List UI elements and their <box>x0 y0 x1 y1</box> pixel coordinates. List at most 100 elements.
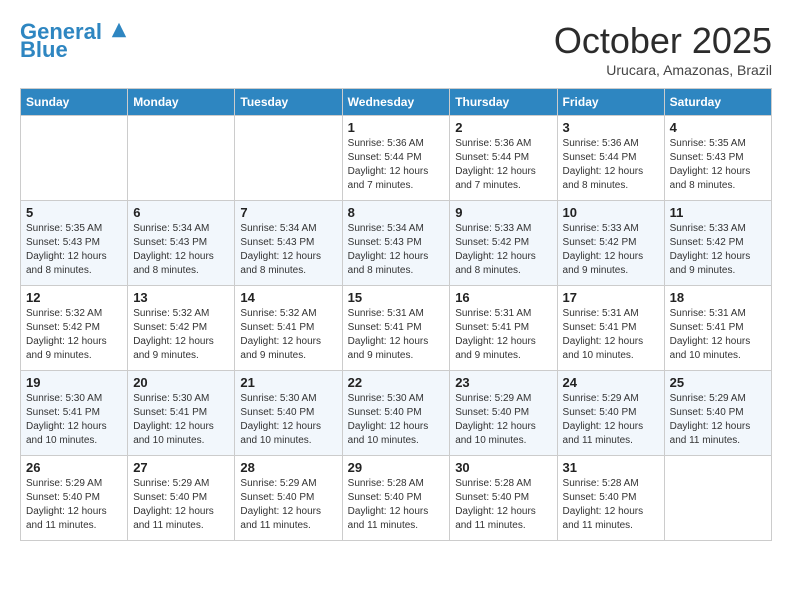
day-info: Sunrise: 5:36 AM Sunset: 5:44 PM Dayligh… <box>563 137 659 193</box>
day-info: Sunrise: 5:29 AM Sunset: 5:40 PM Dayligh… <box>240 477 336 533</box>
calendar-cell: 10Sunrise: 5:33 AM Sunset: 5:42 PM Dayli… <box>557 201 664 286</box>
calendar-cell: 13 Sunrise: 5:32 AM Sunset: 5:42 PM Dayli… <box>128 286 235 371</box>
day-info: Sunrise: 5:32 AM Sunset: 5:42 PM Dayligh… <box>26 307 122 363</box>
day-number: 31 <box>563 460 659 475</box>
calendar-cell: 2Sunrise: 5:36 AM Sunset: 5:44 PM Daylig… <box>450 116 557 201</box>
day-info: Sunrise: 5:29 AM Sunset: 5:40 PM Dayligh… <box>26 477 122 533</box>
calendar-cell: 21Sunrise: 5:30 AM Sunset: 5:40 PM Dayli… <box>235 371 342 456</box>
day-info: Sunrise: 5:35 AM Sunset: 5:43 PM Dayligh… <box>26 222 122 278</box>
page-header: General Blue October 2025 Urucara, Amazo… <box>20 20 772 78</box>
calendar-week-5: 26 Sunrise: 5:29 AM Sunset: 5:40 PM Dayli… <box>21 456 772 541</box>
calendar-cell: 8 Sunrise: 5:34 AM Sunset: 5:43 PM Daylig… <box>342 201 450 286</box>
calendar-cell: 4 Sunrise: 5:35 AM Sunset: 5:43 PM Daylig… <box>664 116 771 201</box>
header-thursday: Thursday <box>450 89 557 116</box>
day-number: 13 <box>133 290 229 305</box>
day-info: Sunrise: 5:30 AM Sunset: 5:41 PM Dayligh… <box>26 392 122 448</box>
calendar-week-2: 5 Sunrise: 5:35 AM Sunset: 5:43 PM Daylig… <box>21 201 772 286</box>
day-info: Sunrise: 5:36 AM Sunset: 5:44 PM Dayligh… <box>348 137 445 193</box>
day-info: Sunrise: 5:32 AM Sunset: 5:42 PM Dayligh… <box>133 307 229 363</box>
calendar-cell: 5 Sunrise: 5:35 AM Sunset: 5:43 PM Daylig… <box>21 201 128 286</box>
calendar-header-row: SundayMondayTuesdayWednesdayThursdayFrid… <box>21 89 772 116</box>
day-info: Sunrise: 5:29 AM Sunset: 5:40 PM Dayligh… <box>563 392 659 448</box>
day-number: 11 <box>670 205 766 220</box>
calendar-week-4: 19 Sunrise: 5:30 AM Sunset: 5:41 PM Dayli… <box>21 371 772 456</box>
day-number: 3 <box>563 120 659 135</box>
calendar-cell: 28 Sunrise: 5:29 AM Sunset: 5:40 PM Dayli… <box>235 456 342 541</box>
day-number: 28 <box>240 460 336 475</box>
calendar-cell: 31Sunrise: 5:28 AM Sunset: 5:40 PM Dayli… <box>557 456 664 541</box>
calendar-cell: 12 Sunrise: 5:32 AM Sunset: 5:42 PM Dayli… <box>21 286 128 371</box>
day-info: Sunrise: 5:34 AM Sunset: 5:43 PM Dayligh… <box>240 222 336 278</box>
calendar-cell: 30Sunrise: 5:28 AM Sunset: 5:40 PM Dayli… <box>450 456 557 541</box>
day-number: 4 <box>670 120 766 135</box>
day-number: 12 <box>26 290 122 305</box>
header-friday: Friday <box>557 89 664 116</box>
calendar-cell: 7 Sunrise: 5:34 AM Sunset: 5:43 PM Daylig… <box>235 201 342 286</box>
day-number: 7 <box>240 205 336 220</box>
calendar-cell: 29 Sunrise: 5:28 AM Sunset: 5:40 PM Dayli… <box>342 456 450 541</box>
day-number: 22 <box>348 375 445 390</box>
day-info: Sunrise: 5:36 AM Sunset: 5:44 PM Dayligh… <box>455 137 551 193</box>
header-saturday: Saturday <box>664 89 771 116</box>
calendar-cell: 17 Sunrise: 5:31 AM Sunset: 5:41 PM Dayli… <box>557 286 664 371</box>
day-number: 23 <box>455 375 551 390</box>
day-info: Sunrise: 5:34 AM Sunset: 5:43 PM Dayligh… <box>133 222 229 278</box>
day-info: Sunrise: 5:31 AM Sunset: 5:41 PM Dayligh… <box>563 307 659 363</box>
calendar-cell: 20Sunrise: 5:30 AM Sunset: 5:41 PM Dayli… <box>128 371 235 456</box>
day-number: 1 <box>348 120 445 135</box>
calendar-cell: 9 Sunrise: 5:33 AM Sunset: 5:42 PM Daylig… <box>450 201 557 286</box>
calendar-cell: 15Sunrise: 5:31 AM Sunset: 5:41 PM Dayli… <box>342 286 450 371</box>
calendar-cell: 27Sunrise: 5:29 AM Sunset: 5:40 PM Dayli… <box>128 456 235 541</box>
day-number: 9 <box>455 205 551 220</box>
calendar-cell: 26 Sunrise: 5:29 AM Sunset: 5:40 PM Dayli… <box>21 456 128 541</box>
logo-icon <box>110 21 128 39</box>
calendar-cell: 6 Sunrise: 5:34 AM Sunset: 5:43 PM Daylig… <box>128 201 235 286</box>
calendar-cell: 3 Sunrise: 5:36 AM Sunset: 5:44 PM Daylig… <box>557 116 664 201</box>
calendar-cell: 22 Sunrise: 5:30 AM Sunset: 5:40 PM Dayli… <box>342 371 450 456</box>
title-block: October 2025 Urucara, Amazonas, Brazil <box>554 20 772 78</box>
day-info: Sunrise: 5:29 AM Sunset: 5:40 PM Dayligh… <box>455 392 551 448</box>
day-info: Sunrise: 5:31 AM Sunset: 5:41 PM Dayligh… <box>455 307 551 363</box>
calendar-cell <box>664 456 771 541</box>
calendar-cell: 23 Sunrise: 5:29 AM Sunset: 5:40 PM Dayli… <box>450 371 557 456</box>
day-number: 25 <box>670 375 766 390</box>
day-info: Sunrise: 5:29 AM Sunset: 5:40 PM Dayligh… <box>670 392 766 448</box>
calendar-cell: 25 Sunrise: 5:29 AM Sunset: 5:40 PM Dayli… <box>664 371 771 456</box>
day-number: 27 <box>133 460 229 475</box>
header-sunday: Sunday <box>21 89 128 116</box>
day-info: Sunrise: 5:35 AM Sunset: 5:43 PM Dayligh… <box>670 137 766 193</box>
day-info: Sunrise: 5:33 AM Sunset: 5:42 PM Dayligh… <box>563 222 659 278</box>
day-info: Sunrise: 5:34 AM Sunset: 5:43 PM Dayligh… <box>348 222 445 278</box>
month-title: October 2025 <box>554 20 772 62</box>
header-monday: Monday <box>128 89 235 116</box>
calendar-cell <box>235 116 342 201</box>
day-number: 14 <box>240 290 336 305</box>
day-number: 29 <box>348 460 445 475</box>
calendar-week-3: 12 Sunrise: 5:32 AM Sunset: 5:42 PM Dayli… <box>21 286 772 371</box>
day-number: 6 <box>133 205 229 220</box>
day-number: 26 <box>26 460 122 475</box>
calendar-cell: 16 Sunrise: 5:31 AM Sunset: 5:41 PM Dayli… <box>450 286 557 371</box>
calendar-week-1: 1 Sunrise: 5:36 AM Sunset: 5:44 PM Daylig… <box>21 116 772 201</box>
day-info: Sunrise: 5:30 AM Sunset: 5:40 PM Dayligh… <box>240 392 336 448</box>
calendar-cell: 14 Sunrise: 5:32 AM Sunset: 5:41 PM Dayli… <box>235 286 342 371</box>
day-number: 16 <box>455 290 551 305</box>
day-info: Sunrise: 5:33 AM Sunset: 5:42 PM Dayligh… <box>455 222 551 278</box>
day-info: Sunrise: 5:32 AM Sunset: 5:41 PM Dayligh… <box>240 307 336 363</box>
header-wednesday: Wednesday <box>342 89 450 116</box>
day-number: 24 <box>563 375 659 390</box>
day-info: Sunrise: 5:28 AM Sunset: 5:40 PM Dayligh… <box>455 477 551 533</box>
day-info: Sunrise: 5:31 AM Sunset: 5:41 PM Dayligh… <box>348 307 445 363</box>
header-tuesday: Tuesday <box>235 89 342 116</box>
day-number: 18 <box>670 290 766 305</box>
day-number: 8 <box>348 205 445 220</box>
day-number: 5 <box>26 205 122 220</box>
day-number: 17 <box>563 290 659 305</box>
location-subtitle: Urucara, Amazonas, Brazil <box>554 62 772 78</box>
day-info: Sunrise: 5:30 AM Sunset: 5:40 PM Dayligh… <box>348 392 445 448</box>
day-number: 19 <box>26 375 122 390</box>
calendar-cell: 19 Sunrise: 5:30 AM Sunset: 5:41 PM Dayli… <box>21 371 128 456</box>
day-number: 20 <box>133 375 229 390</box>
calendar-cell: 1 Sunrise: 5:36 AM Sunset: 5:44 PM Daylig… <box>342 116 450 201</box>
day-info: Sunrise: 5:28 AM Sunset: 5:40 PM Dayligh… <box>348 477 445 533</box>
